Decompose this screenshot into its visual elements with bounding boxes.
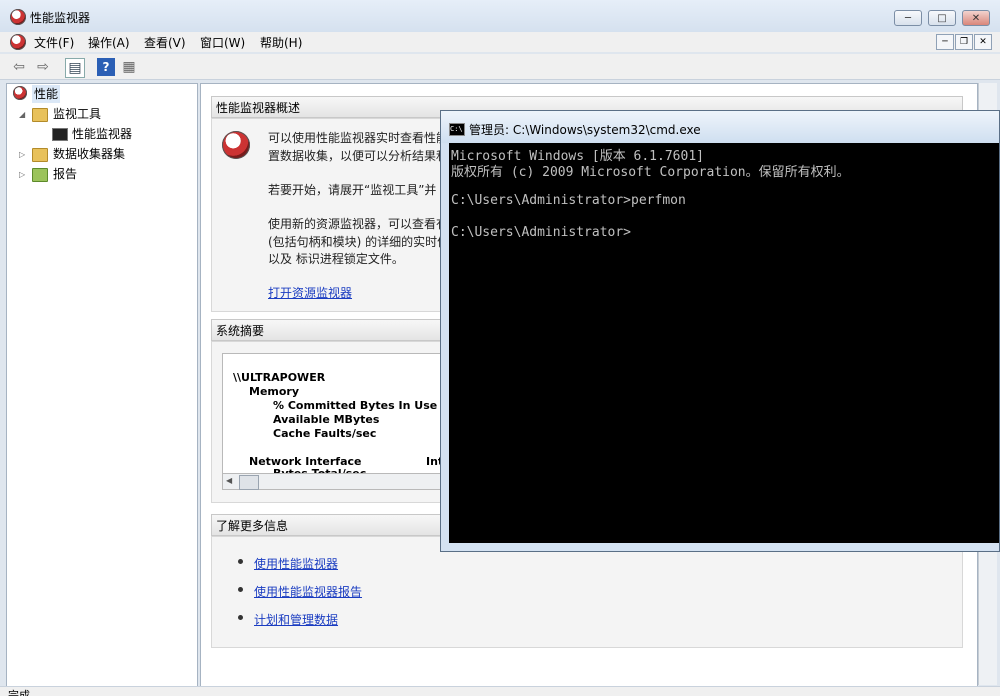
performance-node-icon <box>13 86 27 100</box>
expand-arrow-icon[interactable]: ◢ <box>19 110 25 119</box>
overview-text-line: 使用新的资源监视器，可以查看有 <box>268 217 449 231</box>
folder-icon <box>32 148 48 162</box>
counter-name: % Committed Bytes In Use <box>273 399 438 412</box>
back-icon[interactable]: ⇦ <box>10 58 28 76</box>
cmd-icon[interactable]: C:\ <box>449 123 465 136</box>
system-summary-panel: \\ULTRAPOWER Memory % Committed Bytes In… <box>222 353 454 475</box>
monitor-chart-icon <box>52 128 68 141</box>
menu-window[interactable]: 窗口(W) <box>200 34 245 51</box>
perfmon-app-icon[interactable] <box>10 9 26 25</box>
mdi-minimize-button[interactable]: ─ <box>936 34 954 50</box>
toolbar: ⇦ ⇨ ▤ ? ▦ <box>0 54 1000 80</box>
collapse-arrow-icon[interactable]: ▷ <box>19 150 25 159</box>
perfmon-logo-icon <box>222 131 250 159</box>
overview-text-line: 若要开始，请展开“监视工具”并 <box>268 183 437 197</box>
bullet-icon <box>238 559 243 564</box>
overview-text-line: 以及 标识进程锁定文件。 <box>268 252 404 266</box>
folder-icon <box>32 108 48 122</box>
collapse-arrow-icon[interactable]: ▷ <box>19 170 25 179</box>
help-link[interactable]: 使用性能监视器报告 <box>254 583 362 600</box>
menu-action[interactable]: 操作(A) <box>88 34 130 51</box>
open-resource-monitor-link[interactable]: 打开资源监视器 <box>268 284 352 301</box>
title-bar[interactable]: 性能监视器 ─ □ ✕ <box>0 0 1000 32</box>
tree-item-monitoring-tools[interactable]: 监视工具 <box>53 105 101 123</box>
maximize-button[interactable]: □ <box>928 10 956 26</box>
tree-item-reports[interactable]: 报告 <box>53 165 77 183</box>
console-line: C:\Users\Administrator>perfmon <box>451 193 686 208</box>
console-prompt: C:\Users\Administrator> <box>451 225 632 240</box>
computer-name: \\ULTRAPOWER <box>233 371 326 384</box>
mdi-app-icon[interactable] <box>10 34 26 50</box>
help-link[interactable]: 计划和管理数据 <box>254 611 338 628</box>
counter-name: Available MBytes <box>273 413 380 426</box>
bullet-icon <box>238 615 243 620</box>
properties-icon[interactable]: ▦ <box>120 58 138 76</box>
cmd-window[interactable]: C:\ 管理员: C:\Windows\system32\cmd.exe Mic… <box>440 110 1000 552</box>
help-icon[interactable]: ? <box>97 58 115 76</box>
forward-icon[interactable]: ⇨ <box>34 58 52 76</box>
mdi-restore-button[interactable]: ❐ <box>955 34 973 50</box>
overview-text-line: (包括句柄和模块) 的详细的实时信 <box>268 235 450 249</box>
window-title: 性能监视器 <box>30 11 91 25</box>
bullet-icon <box>238 587 243 592</box>
show-hide-tree-icon[interactable]: ▤ <box>65 58 85 78</box>
menu-view[interactable]: 查看(V) <box>144 34 186 51</box>
minimize-button[interactable]: ─ <box>894 10 922 26</box>
horizontal-scrollbar[interactable]: ◀ <box>222 473 452 490</box>
tree-item-performance-monitor[interactable]: 性能监视器 <box>72 125 132 143</box>
menu-file[interactable]: 文件(F) <box>34 34 74 51</box>
menu-help[interactable]: 帮助(H) <box>260 34 302 51</box>
close-button[interactable]: ✕ <box>962 10 990 26</box>
scroll-left-icon[interactable]: ◀ <box>226 476 232 485</box>
counter-object: Memory <box>249 385 300 398</box>
mdi-close-button[interactable]: ✕ <box>974 34 992 50</box>
overview-text-line: 可以使用性能监视器实时查看性能 <box>268 131 449 145</box>
console-line: 版权所有 (c) 2009 Microsoft Corporation。保留所有… <box>451 165 850 180</box>
overview-text-line: 置数据收集，以便可以分析结果和 <box>268 149 449 163</box>
console-output[interactable]: Microsoft Windows [版本 6.1.7601] 版权所有 (c)… <box>449 143 999 543</box>
help-link[interactable]: 使用性能监视器 <box>254 555 338 572</box>
menu-bar: 文件(F) 操作(A) 查看(V) 窗口(W) 帮助(H) <box>0 32 1000 52</box>
counter-name: Cache Faults/sec <box>273 427 377 440</box>
tree-item-data-collector-sets[interactable]: 数据收集器集 <box>53 145 125 163</box>
cmd-title-bar[interactable]: C:\ 管理员: C:\Windows\system32\cmd.exe <box>441 111 999 143</box>
scroll-thumb[interactable] <box>239 475 259 490</box>
tree-item-performance[interactable]: 性能 <box>32 85 61 103</box>
reports-icon <box>32 168 48 182</box>
cmd-window-title: 管理员: C:\Windows\system32\cmd.exe <box>469 123 701 137</box>
